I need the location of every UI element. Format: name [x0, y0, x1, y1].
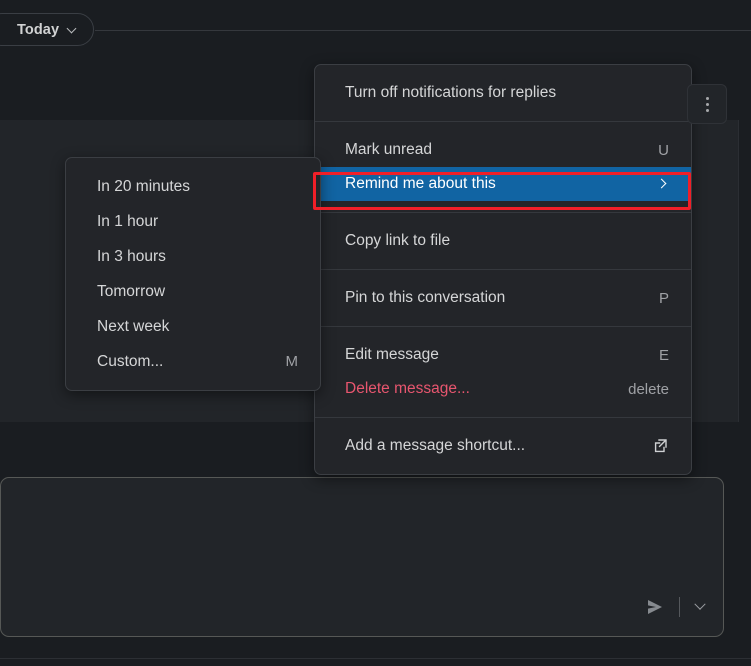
message-composer[interactable]	[0, 477, 724, 637]
composer-send-group	[640, 592, 711, 622]
menu-item-label: Turn off notifications for replies	[345, 84, 557, 101]
menu-item-accelerator: E	[658, 346, 669, 364]
menu-item-label: Edit message	[345, 346, 439, 363]
more-actions-icon-dot	[705, 108, 709, 112]
submenu-item-tomorrow[interactable]: Tomorrow	[66, 274, 320, 309]
menu-item-label: Delete message...	[345, 380, 470, 397]
app-canvas: Today Turn off notifications for replies…	[0, 0, 751, 666]
submenu-item-label: Next week	[97, 317, 170, 335]
menu-item-label: Mark unread	[345, 141, 433, 158]
chevron-right-icon	[657, 178, 669, 190]
submenu-item-in-20-minutes[interactable]: In 20 minutes	[66, 169, 320, 204]
submenu-item-label: Custom...	[97, 352, 164, 370]
submenu-item-label: In 3 hours	[97, 247, 166, 265]
submenu-item-label: In 20 minutes	[97, 177, 191, 195]
menu-group: Edit message E Delete message... delete	[315, 327, 691, 417]
menu-item-accelerator: delete	[628, 380, 669, 398]
submenu-item-accelerator: M	[285, 353, 299, 370]
send-options-chevron-down-icon[interactable]	[689, 595, 711, 619]
submenu-item-in-3-hours[interactable]: In 3 hours	[66, 239, 320, 274]
menu-item-turn-off-notifications[interactable]: Turn off notifications for replies	[315, 76, 691, 110]
message-row-right-edge	[738, 120, 739, 422]
composer-divider	[679, 597, 680, 617]
reminder-submenu[interactable]: In 20 minutes In 1 hour In 3 hours Tomor…	[65, 157, 321, 391]
menu-group: Mark unread U Remind me about this	[315, 122, 691, 212]
submenu-item-in-1-hour[interactable]: In 1 hour	[66, 204, 320, 239]
submenu-item-label: In 1 hour	[97, 212, 159, 230]
menu-item-remind-me-about-this[interactable]: Remind me about this	[315, 167, 691, 201]
menu-item-accelerator: U	[658, 141, 669, 159]
date-divider-today-button[interactable]: Today	[0, 13, 95, 46]
message-context-menu[interactable]: Turn off notifications for replies Mark …	[314, 64, 692, 475]
menu-group: Turn off notifications for replies	[315, 65, 691, 121]
menu-item-edit-message[interactable]: Edit message E	[315, 338, 691, 372]
menu-item-copy-link-to-file[interactable]: Copy link to file	[315, 224, 691, 258]
submenu-item-label: Tomorrow	[97, 282, 166, 300]
date-divider-label: Today	[17, 21, 60, 38]
chevron-down-icon	[67, 24, 77, 34]
send-icon[interactable]	[640, 592, 670, 622]
footer-rule	[0, 658, 751, 659]
menu-group: Copy link to file	[315, 213, 691, 269]
menu-item-label: Copy link to file	[345, 232, 451, 249]
menu-item-accelerator: P	[658, 289, 669, 307]
submenu-item-custom[interactable]: Custom... M	[66, 344, 320, 379]
submenu-item-next-week[interactable]: Next week	[66, 309, 320, 344]
menu-group: Add a message shortcut...	[315, 418, 691, 474]
menu-item-pin-to-this-conversation[interactable]: Pin to this conversation P	[315, 281, 691, 315]
menu-item-delete-message[interactable]: Delete message... delete	[315, 372, 691, 406]
message-list-header: Today	[0, 0, 751, 60]
more-actions-button[interactable]	[687, 84, 727, 124]
menu-item-add-a-message-shortcut[interactable]: Add a message shortcut...	[315, 429, 691, 463]
external-link-icon	[653, 438, 669, 454]
menu-item-label: Add a message shortcut...	[345, 437, 526, 454]
more-actions-icon-dot	[705, 96, 709, 100]
menu-item-label: Remind me about this	[345, 175, 496, 192]
date-divider-line	[95, 30, 751, 31]
more-actions-icon-dot	[705, 102, 709, 106]
menu-group: Pin to this conversation P	[315, 270, 691, 326]
menu-item-mark-unread[interactable]: Mark unread U	[315, 133, 691, 167]
footer-band	[0, 637, 751, 666]
menu-item-label: Pin to this conversation	[345, 289, 506, 306]
